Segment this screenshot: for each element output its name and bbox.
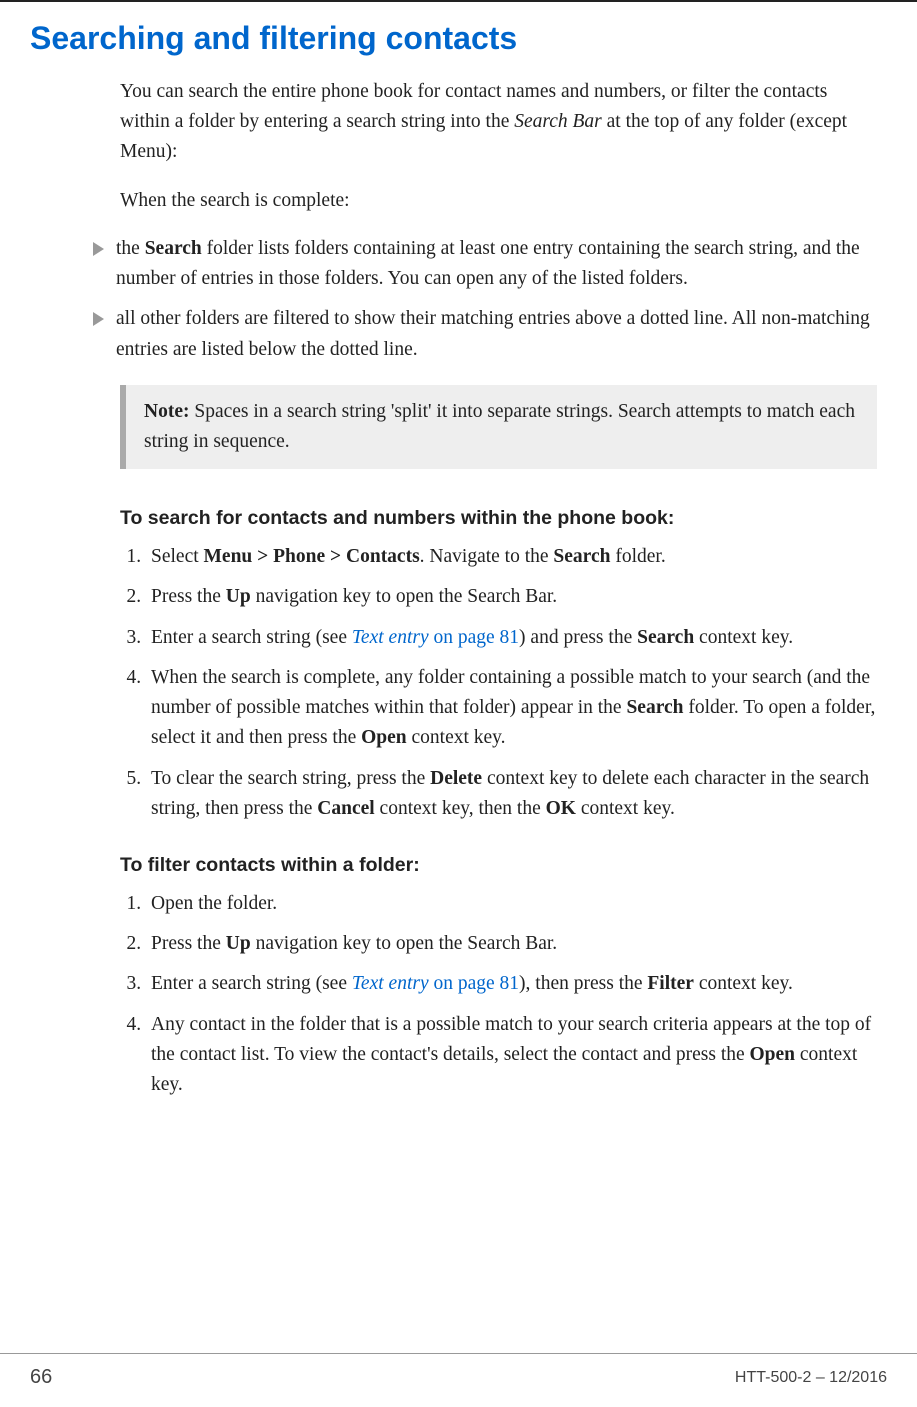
bullet-item: the Search folder lists folders containi… bbox=[120, 234, 877, 294]
link-page-ref[interactable]: on page 81 bbox=[429, 627, 519, 648]
note-label: Note: bbox=[144, 401, 189, 422]
list-item: Press the Up navigation key to open the … bbox=[146, 929, 877, 959]
text-run: Enter a search string (see bbox=[151, 973, 352, 994]
text-run-bold: Search bbox=[553, 546, 610, 567]
text-run: the bbox=[116, 238, 145, 259]
list-item: To clear the search string, press the De… bbox=[146, 764, 877, 824]
page-title: Searching and filtering contacts bbox=[30, 20, 887, 57]
text-run-bold: Up bbox=[226, 586, 251, 607]
search-steps: Select Menu > Phone > Contacts. Navigate… bbox=[120, 542, 877, 824]
text-run: Enter a search string (see bbox=[151, 627, 352, 648]
search-heading: To search for contacts and numbers withi… bbox=[120, 507, 877, 530]
bullet-text: all other folders are filtered to show t… bbox=[116, 304, 877, 364]
text-run: folder lists folders containing at least… bbox=[116, 238, 860, 289]
text-run-bold: Search bbox=[145, 238, 202, 259]
list-item: Select Menu > Phone > Contacts. Navigate… bbox=[146, 542, 877, 572]
body-indent: You can search the entire phone book for… bbox=[120, 77, 877, 1100]
text-run: To clear the search string, press the bbox=[151, 768, 430, 789]
text-run: Select bbox=[151, 546, 204, 567]
filter-heading: To filter contacts within a folder: bbox=[120, 854, 877, 877]
page-content: Searching and filtering contacts You can… bbox=[0, 2, 917, 1100]
text-run: . Navigate to the bbox=[420, 546, 554, 567]
text-run: context key. bbox=[576, 798, 675, 819]
text-run-bold: Search bbox=[626, 697, 683, 718]
text-run-bold: Search bbox=[637, 627, 694, 648]
text-run: folder. bbox=[610, 546, 665, 567]
bullet-text: the Search folder lists folders containi… bbox=[116, 234, 877, 294]
text-run-bold: Open bbox=[361, 727, 407, 748]
document-id: HTT-500-2 – 12/2016 bbox=[735, 1369, 887, 1387]
triangle-icon bbox=[93, 242, 104, 256]
text-run: ) and press the bbox=[519, 627, 637, 648]
intro-para-1: You can search the entire phone book for… bbox=[120, 77, 877, 168]
text-run-bold: Delete bbox=[430, 768, 482, 789]
text-run-italic: Search Bar bbox=[514, 111, 602, 132]
note-text: Spaces in a search string 'split' it int… bbox=[144, 401, 855, 452]
intro-para-2: When the search is complete: bbox=[120, 186, 877, 216]
text-run-bold: Open bbox=[750, 1044, 796, 1065]
text-run-bold: Menu > Phone > Contacts bbox=[204, 546, 420, 567]
bullet-item: all other folders are filtered to show t… bbox=[120, 304, 877, 364]
text-run-bold: Cancel bbox=[317, 798, 374, 819]
list-item: Press the Up navigation key to open the … bbox=[146, 582, 877, 612]
text-run: context key. bbox=[694, 973, 793, 994]
list-item: Open the folder. bbox=[146, 889, 877, 919]
triangle-icon bbox=[93, 312, 104, 326]
list-item: When the search is complete, any folder … bbox=[146, 663, 877, 754]
bullet-list: the Search folder lists folders containi… bbox=[120, 234, 877, 365]
page-footer: 66 HTT-500-2 – 12/2016 bbox=[0, 1353, 917, 1407]
text-run: Press the bbox=[151, 586, 226, 607]
filter-steps: Open the folder. Press the Up navigation… bbox=[120, 889, 877, 1100]
link-page-ref[interactable]: on page 81 bbox=[429, 973, 519, 994]
list-item: Any contact in the folder that is a poss… bbox=[146, 1010, 877, 1101]
text-run: ), then press the bbox=[519, 973, 647, 994]
text-run: navigation key to open the Search Bar. bbox=[251, 933, 558, 954]
note-box: Note: Spaces in a search string 'split' … bbox=[120, 385, 877, 469]
text-run: context key. bbox=[694, 627, 793, 648]
page-number: 66 bbox=[30, 1366, 52, 1389]
text-run: navigation key to open the Search Bar. bbox=[251, 586, 558, 607]
list-item: Enter a search string (see Text entry on… bbox=[146, 623, 877, 653]
text-run: context key, then the bbox=[375, 798, 546, 819]
text-run-bold: Filter bbox=[647, 973, 694, 994]
text-run: context key. bbox=[407, 727, 506, 748]
link-text-entry[interactable]: Text entry bbox=[352, 627, 429, 648]
text-run-bold: OK bbox=[546, 798, 576, 819]
text-run-bold: Up bbox=[226, 933, 251, 954]
link-text-entry[interactable]: Text entry bbox=[352, 973, 429, 994]
text-run: Press the bbox=[151, 933, 226, 954]
list-item: Enter a search string (see Text entry on… bbox=[146, 969, 877, 999]
